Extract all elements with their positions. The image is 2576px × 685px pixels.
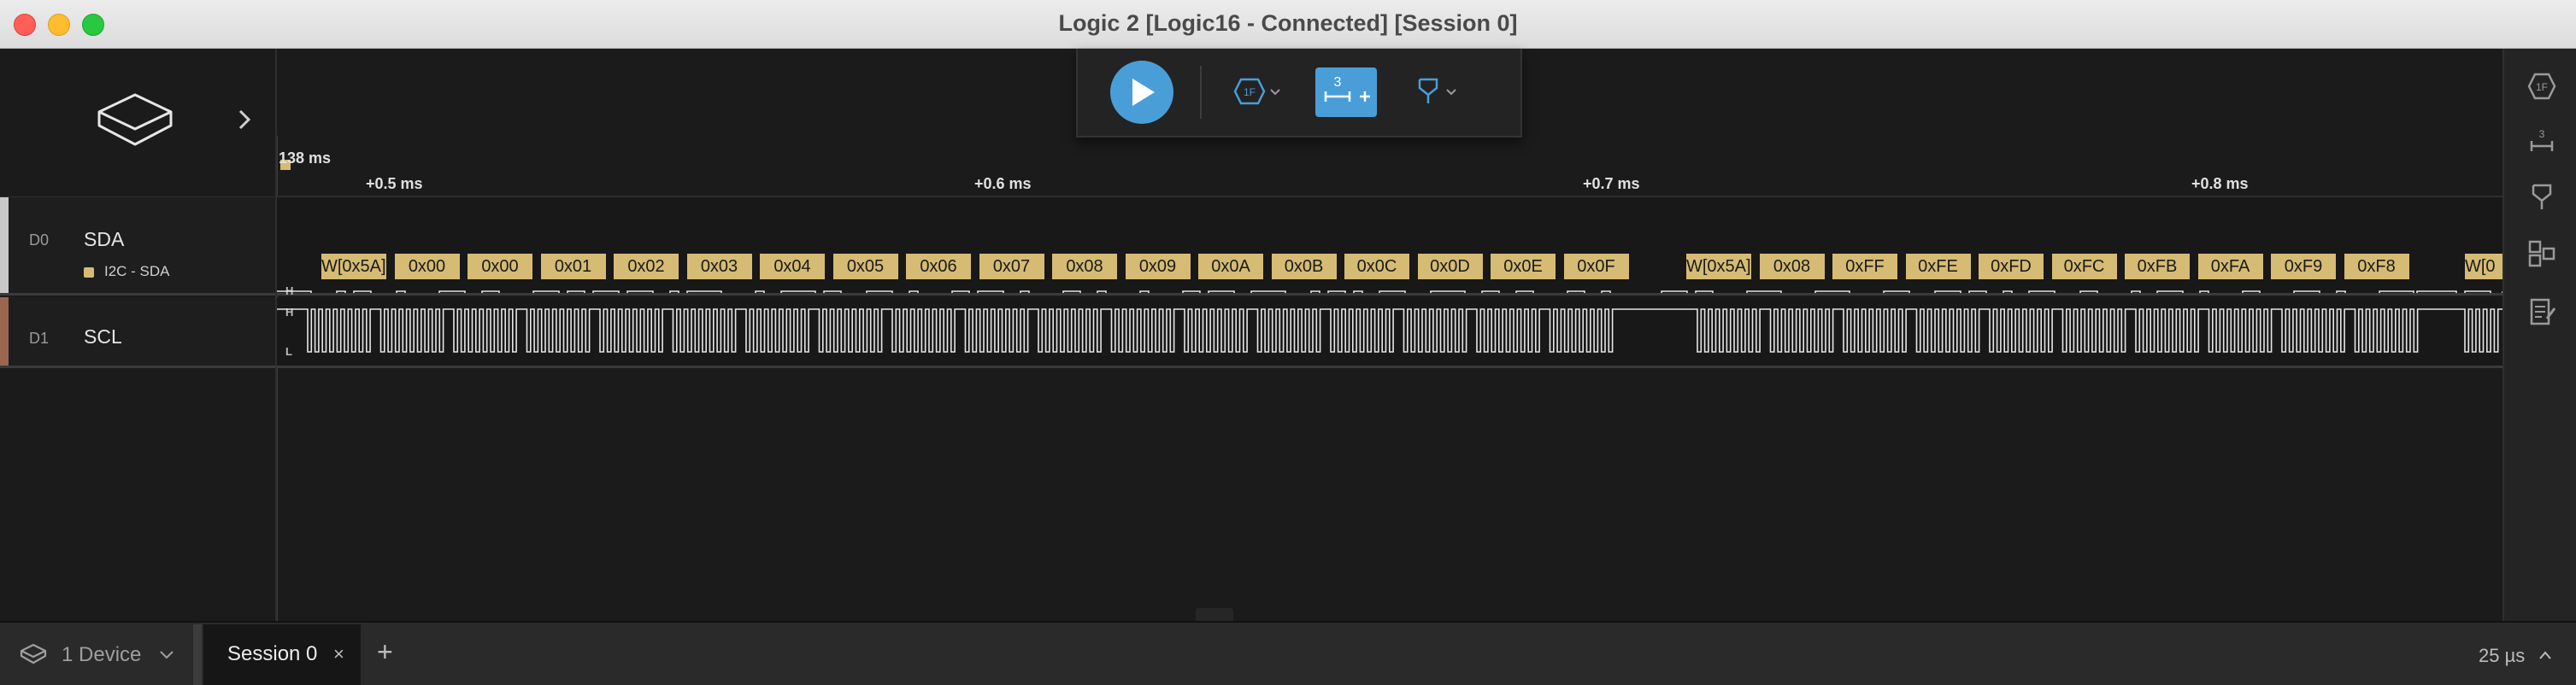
sda-waveform [277, 290, 2502, 293]
bottom-divider [193, 624, 202, 685]
time-tick-label: +0.7 ms [1583, 175, 1640, 192]
channel-row-d0[interactable]: D0 SDA I2C - SDA [0, 197, 275, 296]
add-session-button[interactable]: + [377, 636, 393, 668]
svg-text:1F: 1F [1244, 86, 1256, 98]
trigger-hex-icon[interactable]: 1F [2526, 71, 2557, 102]
window-title: Logic 2 [Logic16 - Connected] [Session 0… [1058, 10, 1518, 36]
chevron-down-icon[interactable] [159, 650, 174, 660]
bottom-bar: 1 Device Session 0 × + 25 µs [0, 621, 2576, 685]
channel-color-strip [0, 197, 9, 293]
time-tick-label: +0.5 ms [366, 175, 423, 192]
channel-number: D1 [29, 330, 50, 347]
analyzer-color-dot [84, 267, 94, 278]
extensions-icon[interactable] [2526, 238, 2557, 269]
chevron-up-icon[interactable] [2538, 650, 2552, 660]
svg-text:1F: 1F [2536, 81, 2548, 93]
absolute-time-label: 138 ms [279, 149, 332, 167]
capture-toolbar: 1F 3 [1076, 49, 1522, 138]
device-logo-area [0, 49, 275, 198]
zoom-level[interactable]: 25 µs [2479, 645, 2525, 667]
svg-text:3: 3 [2539, 128, 2545, 140]
scl-waveform [277, 308, 2502, 353]
sda-signal-path [277, 290, 2502, 293]
panel-resize-handle[interactable] [1196, 608, 1233, 621]
marker-flag-icon[interactable] [1413, 76, 1464, 107]
close-tab-icon[interactable]: × [333, 643, 344, 665]
notes-icon[interactable] [2526, 296, 2557, 327]
measure-badge: 3 [1334, 75, 1342, 90]
channel-name[interactable]: SCL [84, 325, 122, 348]
channel-panel: D0 SDA I2C - SDA D1 SCL [0, 49, 277, 621]
play-icon [1132, 79, 1155, 106]
scl-signal-path [277, 308, 2502, 353]
waveform-view[interactable]: 1F 3 138 ms +0.5 ms +0.6 ms +0.7 ms +0.8… [277, 49, 2502, 621]
tab-session-0[interactable]: Session 0 × [203, 624, 361, 685]
start-capture-button[interactable] [1110, 61, 1173, 124]
measure-button[interactable]: 3 [1315, 67, 1377, 117]
device-selector[interactable]: 1 Device [62, 643, 141, 667]
channel-color-strip [0, 297, 9, 366]
expand-panel-chevron-icon[interactable] [238, 108, 251, 131]
measure-icon[interactable]: 3 [2526, 126, 2557, 156]
time-tick-label: +0.6 ms [974, 175, 1032, 192]
time-ruler[interactable] [277, 136, 2502, 197]
channel-lane-d1[interactable]: H L [277, 297, 2502, 368]
logic-device-icon [20, 643, 47, 665]
measure-icon: 3 [1324, 75, 1370, 102]
right-sidebar: 1F 3 [2502, 49, 2576, 621]
time-tick-label: +0.8 ms [2191, 175, 2249, 192]
logic-device-icon [97, 93, 173, 146]
channel-row-d1[interactable]: D1 SCL [0, 297, 275, 368]
marker-flag-icon[interactable] [2526, 182, 2557, 213]
channel-name[interactable]: SDA [84, 228, 124, 251]
channel-number: D0 [29, 231, 50, 249]
trigger-hex-icon[interactable]: 1F [1228, 76, 1283, 107]
title-bar: Logic 2 [Logic16 - Connected] [Session 0… [0, 0, 2576, 49]
channel-lane-d0[interactable]: W[0x5A] 0x00 0x00 0x01 0x02 0x03 0x04 0x05 0x06 0… [277, 197, 2502, 338]
toolbar-divider [1200, 66, 1202, 119]
analyzer-label[interactable]: I2C - SDA [104, 263, 170, 280]
session-tab-label: Session 0 [227, 642, 318, 665]
